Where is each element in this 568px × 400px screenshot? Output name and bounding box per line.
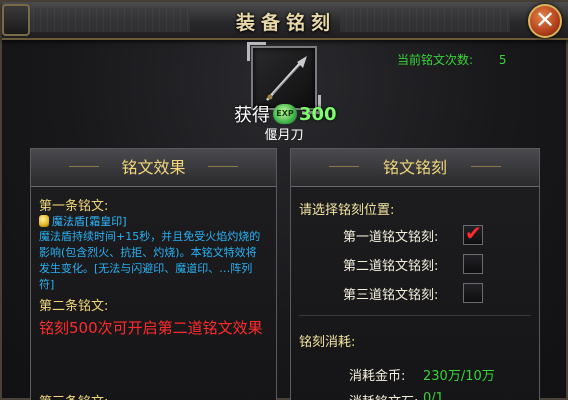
stone-cost-label: 消耗铭文石: — [349, 391, 423, 400]
exp-icon: EXP — [273, 104, 297, 124]
blade-icon — [266, 56, 307, 101]
rune-name: 魔法盾[霜皇印] — [39, 213, 127, 229]
divider — [299, 315, 531, 316]
slot-label: 第一道铭文铭刻: — [343, 229, 439, 245]
rune-icon — [39, 215, 49, 227]
count-value: 5 — [498, 53, 507, 67]
title-bar: 装备铭刻 ✕ — [2, 2, 568, 40]
gold-cost-label: 消耗金币: — [349, 369, 406, 384]
third-inscription-heading: 第三条铭文: — [39, 391, 108, 400]
slot-checkbox-1[interactable] — [463, 221, 483, 245]
slot-label: 第二道铭文铭刻: — [343, 258, 439, 274]
panel-title: 铭文效果 — [31, 149, 276, 187]
close-button[interactable]: ✕ — [528, 4, 562, 38]
slot-row-3[interactable]: 第三道铭文铭刻: — [343, 283, 483, 303]
second-inscription-heading: 第二条铭文: — [39, 299, 109, 314]
slot-row-1[interactable]: 第一道铭文铭刻: — [343, 221, 483, 245]
stone-cost-row: 消耗铭文石: 0/1 — [349, 391, 444, 400]
rune-description: 魔法盾持续时间+15秒，并且免受火焰灼烧的影响(包含烈火、抗拒、灼烧)。本铭文特… — [39, 230, 261, 291]
choose-position-label: 请选择铭刻位置: — [299, 203, 395, 218]
stone-cost-value: 0/1 — [423, 391, 444, 400]
panel-title: 铭文铭刻 — [291, 149, 539, 187]
count-label: 当前铭文次数: — [397, 53, 474, 67]
inscription-count: 当前铭文次数: 5 — [397, 51, 507, 68]
slot-row-2[interactable]: 第二道铭文铭刻: — [343, 254, 483, 274]
slot-label: 第三道铭文铭刻: — [343, 287, 439, 303]
item-name: 偃月刀 — [264, 128, 304, 143]
exp-value: 300 — [299, 103, 337, 125]
second-unlock-text: 铭刻500次可开启第二道铭文效果 — [39, 319, 263, 337]
slot-checkbox-3[interactable] — [463, 283, 483, 303]
inscription-window: 装备铭刻 ✕ 当前铭文次数: 5 获得 EXP 300 偃月刀 铭文效果 第一条… — [0, 0, 568, 400]
window-title: 装备铭刻 — [235, 12, 336, 34]
inscription-engrave-panel: 铭文铭刻 请选择铭刻位置: 第一道铭文铭刻: 第二道铭文铭刻: 第三道铭文铭刻:… — [290, 148, 540, 400]
gold-cost-value: 230万/10万 — [423, 369, 495, 384]
cost-label: 铭刻消耗: — [299, 335, 356, 350]
slot-checkbox-2[interactable] — [463, 254, 483, 274]
inscription-effect-panel: 铭文效果 第一条铭文: 魔法盾[霜皇印] 魔法盾持续时间+15秒，并且免受火焰灼… — [30, 148, 277, 400]
rune-name-text: 魔法盾[霜皇印] — [52, 215, 127, 228]
gold-cost-row: 消耗金币: 230万/10万 — [349, 365, 495, 384]
first-inscription-heading: 第一条铭文: — [39, 199, 109, 214]
